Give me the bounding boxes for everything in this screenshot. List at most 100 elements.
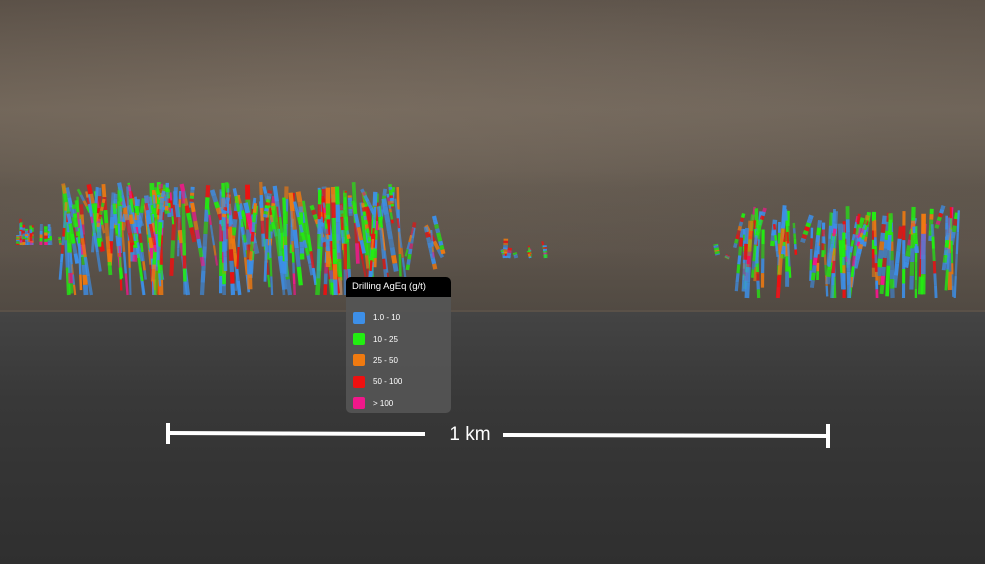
drillhole-segment bbox=[86, 183, 93, 195]
drillhole-segment bbox=[833, 276, 837, 299]
drillhole-segment bbox=[63, 193, 69, 204]
legend-label: > 100 bbox=[373, 398, 394, 408]
drillhole-segment bbox=[346, 234, 351, 240]
drillhole-segment bbox=[284, 260, 289, 277]
drillhole-segment bbox=[301, 222, 308, 234]
drillhole-segment bbox=[877, 249, 884, 260]
drillhole-segment bbox=[827, 258, 832, 267]
drillhole-segment bbox=[879, 232, 886, 242]
drillhole-segment bbox=[209, 189, 217, 197]
drillhole-segment bbox=[271, 205, 279, 223]
drillhole-segment bbox=[526, 250, 530, 253]
drillhole-segment bbox=[72, 213, 78, 219]
drillhole-segment bbox=[157, 183, 164, 189]
3d-scene-viewport[interactable] bbox=[0, 0, 985, 564]
drillhole-segment bbox=[64, 202, 68, 211]
drillhole-segment bbox=[252, 212, 257, 223]
drillhole-segment bbox=[160, 190, 166, 198]
drillhole-segment bbox=[936, 216, 942, 222]
drillhole-segment bbox=[883, 239, 889, 249]
drillhole-segment bbox=[380, 237, 385, 249]
drillhole-segment bbox=[897, 226, 903, 240]
drillhole-segment bbox=[169, 192, 173, 201]
drillhole-segment bbox=[366, 232, 371, 238]
drillhole-segment bbox=[363, 194, 368, 200]
drillhole-segment bbox=[940, 204, 946, 211]
drillhole-segment bbox=[325, 228, 329, 235]
drillhole-segment bbox=[292, 229, 299, 249]
drillhole-segment bbox=[282, 213, 287, 230]
drillhole-segment bbox=[265, 198, 271, 203]
drillhole-segment bbox=[267, 274, 271, 288]
drillhole-segment bbox=[158, 196, 162, 201]
drillhole-segment bbox=[76, 188, 83, 196]
drillhole-segment bbox=[209, 224, 214, 236]
drillhole-segment bbox=[170, 240, 176, 259]
drillhole-segment bbox=[879, 284, 885, 295]
drillhole-segment bbox=[758, 219, 764, 225]
drillhole-segment bbox=[221, 213, 227, 218]
drillhole-segment bbox=[395, 208, 399, 219]
drillhole-segment bbox=[390, 215, 394, 220]
drillhole-segment bbox=[775, 251, 779, 258]
drillhole-segment bbox=[323, 207, 327, 214]
drillhole-segment bbox=[86, 275, 94, 296]
drillhole-segment bbox=[755, 230, 760, 236]
drillhole-segment bbox=[204, 209, 209, 222]
drillhole-segment bbox=[264, 204, 270, 209]
drillhole-segment bbox=[273, 222, 281, 240]
drillhole-segment bbox=[171, 222, 177, 241]
drillhole-segment bbox=[263, 260, 268, 282]
drillhole-segment bbox=[735, 234, 740, 240]
drillhole-segment bbox=[781, 245, 787, 251]
legend-swatch bbox=[353, 311, 365, 324]
drillhole-segment bbox=[71, 274, 76, 285]
drillhole-segment bbox=[775, 274, 782, 299]
drillhole-segment bbox=[406, 259, 411, 265]
drillhole-segment bbox=[103, 209, 109, 224]
drillhole-segment bbox=[423, 226, 429, 233]
drillhole-segment bbox=[360, 188, 365, 194]
drillhole-segment bbox=[746, 251, 752, 268]
drillhole-segment bbox=[856, 248, 862, 255]
drillhole-segment bbox=[227, 226, 233, 239]
drillhole-segment bbox=[802, 230, 809, 236]
drillhole-segment bbox=[215, 207, 222, 215]
drillhole-segment bbox=[250, 231, 255, 242]
drillhole-segment bbox=[828, 251, 833, 260]
drillhole-segment bbox=[388, 238, 395, 248]
drillhole-segment bbox=[78, 258, 82, 275]
drillhole-segment bbox=[336, 240, 342, 259]
drillhole-segment bbox=[435, 228, 441, 234]
drillhole-segment bbox=[140, 198, 146, 206]
drillhole-segment bbox=[386, 193, 390, 198]
drillhole-segment bbox=[851, 255, 856, 267]
legend-title: Drilling AgEq (g/t) bbox=[346, 277, 451, 297]
drillhole-segment bbox=[376, 206, 382, 218]
drillhole-segment bbox=[386, 230, 394, 240]
drillhole-segment bbox=[412, 222, 417, 228]
drillhole-segment bbox=[954, 254, 958, 277]
drillhole-segment bbox=[157, 260, 161, 274]
drillhole-segment bbox=[98, 210, 103, 216]
drillhole-segment bbox=[408, 243, 414, 250]
drillhole-segment bbox=[295, 191, 303, 203]
drillhole-segment bbox=[223, 206, 228, 212]
drillhole-segment bbox=[892, 275, 898, 288]
drillhole-segment bbox=[190, 234, 197, 243]
legend-swatch bbox=[353, 375, 365, 388]
drillhole-segment bbox=[243, 202, 251, 214]
legend-label: 50 - 100 bbox=[373, 377, 403, 387]
drillhole-segment bbox=[170, 200, 173, 209]
drillhole-segment bbox=[851, 234, 856, 241]
drillhole-segment bbox=[94, 186, 99, 204]
drillhole-segment bbox=[266, 196, 272, 200]
drillhole-segment bbox=[501, 252, 505, 255]
drillhole-segment bbox=[939, 208, 945, 214]
drillhole-segment bbox=[78, 204, 84, 215]
drillhole-segment bbox=[744, 227, 749, 245]
drillhole-segment bbox=[176, 216, 182, 231]
drillhole-segment bbox=[294, 247, 301, 268]
drillhole-segment bbox=[198, 247, 204, 258]
drillhole-segment bbox=[144, 202, 149, 211]
